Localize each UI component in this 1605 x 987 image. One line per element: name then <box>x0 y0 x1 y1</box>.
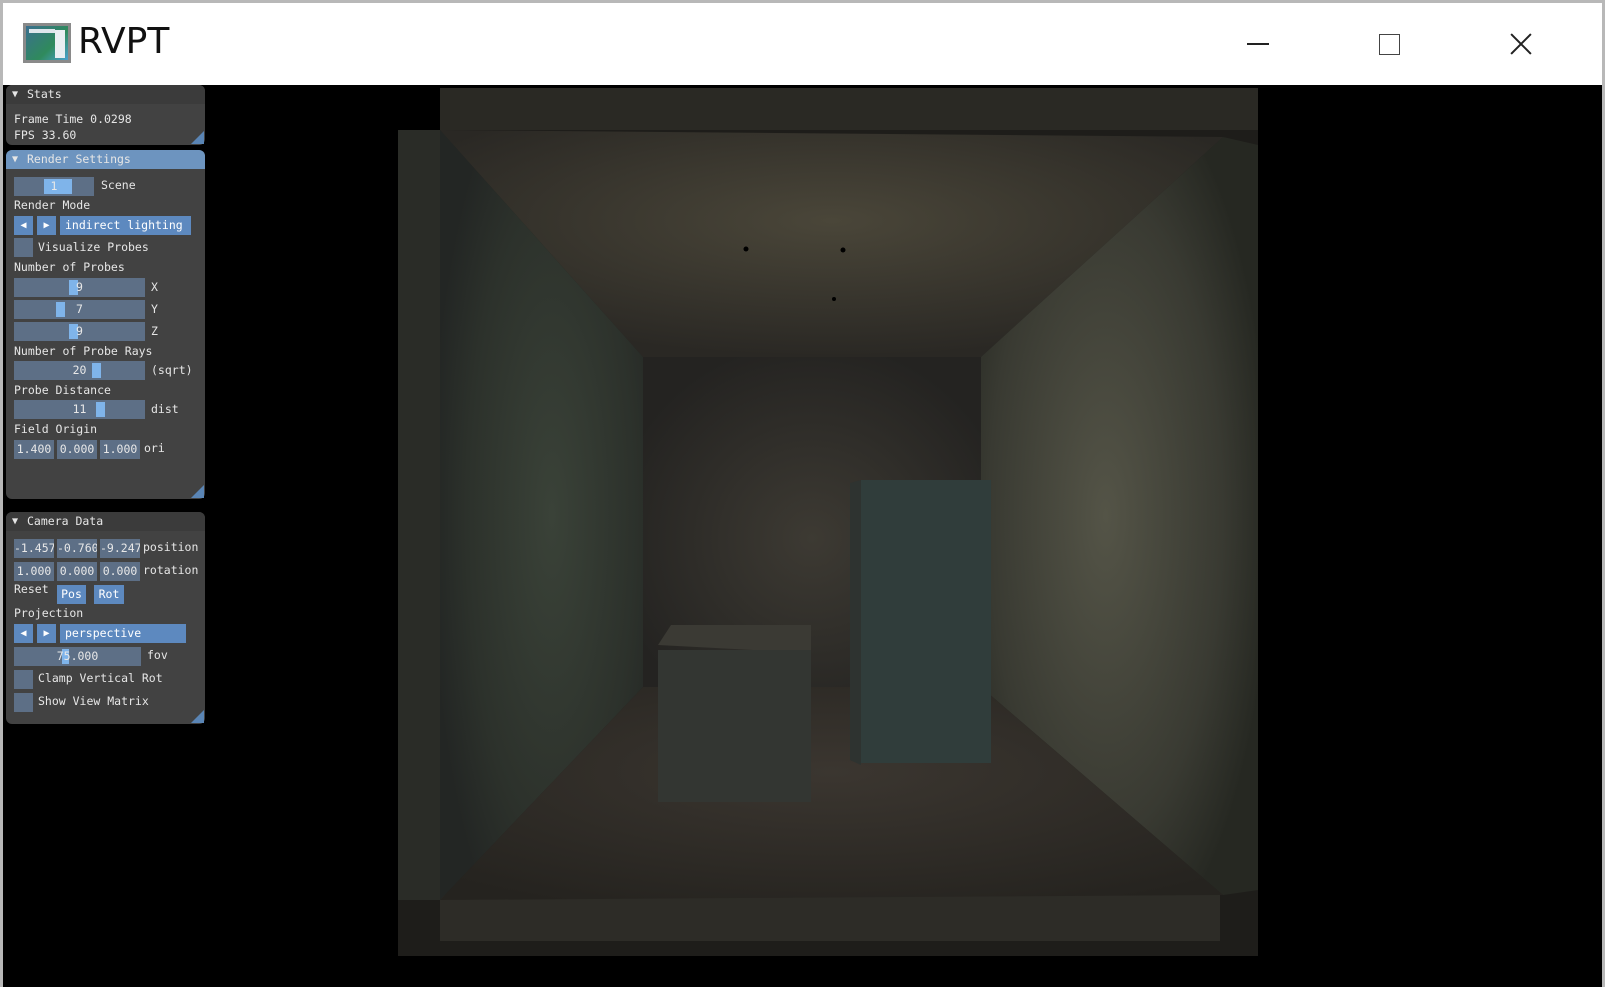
left-wall-edge <box>398 130 440 900</box>
render-mode-prev-button[interactable]: ◀ <box>14 216 33 235</box>
rotation-x-field[interactable]: 1.000 <box>14 562 54 581</box>
probes-z-value: 9 <box>76 324 83 338</box>
projection-next-button[interactable]: ▶ <box>37 624 56 643</box>
rotation-y-field[interactable]: 0.000 <box>57 562 97 581</box>
tall-box-side <box>850 480 861 765</box>
render-mode-label: Render Mode <box>14 198 91 212</box>
frame-time-text: Frame Time 0.0298 <box>14 112 132 126</box>
probe-distance-label: Probe Distance <box>14 383 111 397</box>
show-view-matrix-checkbox[interactable] <box>14 693 33 712</box>
close-button[interactable] <box>1499 21 1559 67</box>
position-label: position <box>143 540 199 554</box>
app-window: RVPT ▼ Stats Frame Time 0.0298 FPS 33.60… <box>0 0 1605 987</box>
scene-label: Scene <box>101 178 136 192</box>
minimize-button[interactable] <box>1231 21 1291 67</box>
projection-label: Projection <box>14 606 84 620</box>
distance-value: 11 <box>72 402 87 416</box>
slider-grab[interactable] <box>92 363 101 378</box>
num-rays-label: Number of Probe Rays <box>14 344 153 358</box>
resize-grip[interactable] <box>191 710 204 723</box>
reset-label: Reset <box>14 582 49 596</box>
probes-x-slider[interactable]: 9 <box>14 278 145 297</box>
probe-dot <box>832 297 836 301</box>
app-window-icon <box>23 23 71 63</box>
origin-x-field[interactable]: 1.400 <box>14 440 54 459</box>
probes-x-label: X <box>151 280 158 294</box>
probes-y-label: Y <box>151 302 158 316</box>
position-x-field[interactable]: -1.457 <box>14 539 54 558</box>
title-bar[interactable]: RVPT <box>3 3 1602 85</box>
camera-panel[interactable]: ▼ Camera Data -1.457 -0.760 -9.247 positi… <box>6 512 205 724</box>
probes-y-value: 7 <box>76 302 83 316</box>
resize-grip[interactable] <box>191 131 204 144</box>
scene-value: 1 <box>50 179 58 193</box>
rotation-label: rotation <box>143 563 199 577</box>
window-title: RVPT <box>78 21 170 62</box>
probes-z-slider[interactable]: 9 <box>14 322 145 341</box>
stats-header[interactable]: ▼ Stats <box>6 85 205 104</box>
scene-frame-bottom <box>440 895 1220 941</box>
rays-suffix: (sqrt) <box>151 363 193 377</box>
reset-pos-button[interactable]: Pos <box>57 585 86 604</box>
probe-rays-slider[interactable]: 20 <box>14 361 145 380</box>
fov-value: 75.000 <box>56 649 99 663</box>
clamp-vertical-rot-checkbox[interactable] <box>14 670 33 689</box>
render-mode-next-button[interactable]: ▶ <box>37 216 56 235</box>
visualize-probes-checkbox[interactable] <box>14 238 33 257</box>
scene-frame-top <box>440 88 1258 130</box>
distance-suffix: dist <box>151 402 179 416</box>
rays-value: 20 <box>72 363 87 377</box>
render-settings-panel[interactable]: ▼ Render Settings 1 Scene Render Mode ◀ ▶… <box>6 150 205 499</box>
short-box <box>658 650 811 802</box>
stats-title: Stats <box>27 87 62 101</box>
projection-value[interactable]: perspective <box>60 624 186 643</box>
slider-grab[interactable] <box>44 179 72 194</box>
camera-header[interactable]: ▼ Camera Data <box>6 512 205 531</box>
position-z-field[interactable]: -9.247 <box>100 539 140 558</box>
rotation-z-field[interactable]: 0.000 <box>100 562 140 581</box>
probes-x-value: 9 <box>76 280 83 294</box>
probes-y-slider[interactable]: 7 <box>14 300 145 319</box>
probe-dot <box>840 247 846 253</box>
fps-text: FPS 33.60 <box>14 128 77 142</box>
collapse-arrow-icon: ▼ <box>12 516 19 527</box>
show-view-matrix-label: Show View Matrix <box>38 694 149 708</box>
origin-y-field[interactable]: 0.000 <box>57 440 97 459</box>
origin-z-field[interactable]: 1.000 <box>100 440 140 459</box>
fov-slider[interactable]: 75.000 <box>14 647 141 666</box>
maximize-button[interactable] <box>1365 21 1425 67</box>
fov-label: fov <box>147 648 168 662</box>
rendered-scene <box>398 88 1258 956</box>
scene-slider[interactable]: 1 <box>14 177 94 196</box>
collapse-arrow-icon: ▼ <box>12 89 19 100</box>
projection-prev-button[interactable]: ◀ <box>14 624 33 643</box>
render-settings-title: Render Settings <box>27 152 131 166</box>
slider-grab[interactable] <box>56 302 65 317</box>
field-origin-label: Field Origin <box>14 422 98 436</box>
probe-dot <box>743 246 749 252</box>
camera-title: Camera Data <box>27 514 104 528</box>
probe-distance-slider[interactable]: 11 <box>14 400 145 419</box>
reset-rot-button[interactable]: Rot <box>94 585 124 604</box>
position-y-field[interactable]: -0.760 <box>57 539 97 558</box>
resize-grip[interactable] <box>191 485 204 498</box>
render-settings-header[interactable]: ▼ Render Settings <box>6 150 205 169</box>
origin-suffix: ori <box>144 441 165 455</box>
render-mode-value[interactable]: indirect lighting <box>60 216 191 235</box>
render-viewport[interactable] <box>3 85 1602 987</box>
collapse-arrow-icon: ▼ <box>12 154 19 165</box>
tall-box <box>861 480 991 763</box>
visualize-probes-label: Visualize Probes <box>38 240 149 254</box>
num-probes-label: Number of Probes <box>14 260 125 274</box>
stats-panel[interactable]: ▼ Stats Frame Time 0.0298 FPS 33.60 <box>6 85 205 145</box>
probes-z-label: Z <box>151 324 158 338</box>
slider-grab[interactable] <box>96 402 105 417</box>
clamp-vertical-rot-label: Clamp Vertical Rot <box>38 671 163 685</box>
